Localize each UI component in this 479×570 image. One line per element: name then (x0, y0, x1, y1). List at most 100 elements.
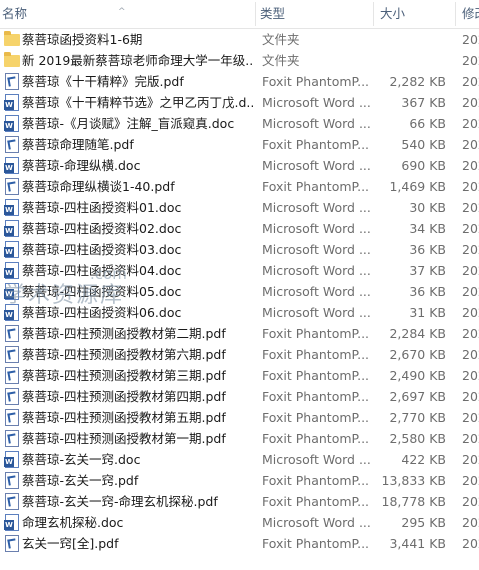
file-row[interactable]: 蔡菩琼-玄关一窍.pdf Foxit PhantomP... 13,833 KB 20… (0, 470, 479, 491)
column-header-date[interactable]: 修改 (460, 0, 479, 28)
file-date: 202 (462, 284, 479, 299)
file-size: 2,770 KB (389, 410, 446, 425)
file-row[interactable]: 命理玄机探秘.doc Microsoft Word ... 295 KB 202 (0, 512, 479, 533)
file-row[interactable]: 蔡菩琼-四柱函授资料01.doc Microsoft Word ... 30 KB 2… (0, 197, 479, 218)
file-name: 蔡菩琼-四柱预测函授教材第六期.pdf (22, 347, 226, 362)
file-date: 202 (462, 74, 479, 89)
file-row[interactable]: 蔡菩琼-四柱函授资料02.doc Microsoft Word ... 34 KB 2… (0, 218, 479, 239)
file-name: 蔡菩琼-四柱预测函授教材第二期.pdf (22, 326, 226, 341)
file-date: 202 (462, 431, 479, 446)
file-row[interactable]: 蔡菩琼-四柱预测函授教材第三期.pdf Foxit PhantomP... 2,49… (0, 365, 479, 386)
file-size: 2,284 KB (389, 326, 446, 341)
file-size: 690 KB (401, 158, 446, 173)
file-date: 202 (462, 53, 479, 68)
file-row[interactable]: 蔡菩琼-四柱函授资料03.doc Microsoft Word ... 36 KB 2… (0, 239, 479, 260)
pdf-file-icon (5, 136, 19, 153)
word-doc-icon (4, 241, 19, 258)
file-type: Foxit PhantomP... (262, 137, 370, 152)
pdf-file-icon (5, 178, 19, 195)
pdf-file-icon (5, 346, 19, 363)
file-date: 202 (462, 515, 479, 530)
file-type: Microsoft Word ... (262, 200, 371, 215)
file-size: 31 KB (409, 305, 446, 320)
file-type: Microsoft Word ... (262, 158, 371, 173)
file-date: 202 (462, 32, 479, 47)
pdf-file-icon (5, 325, 19, 342)
file-type: Foxit PhantomP... (262, 410, 370, 425)
pdf-file-icon (5, 493, 19, 510)
word-doc-icon (4, 199, 19, 216)
file-type: Microsoft Word ... (262, 452, 371, 467)
file-type: Foxit PhantomP... (262, 74, 370, 89)
file-row[interactable]: 蔡菩琼-玄关一窍-命理玄机探秘.pdf Foxit PhantomP... 18,7… (0, 491, 479, 512)
pdf-file-icon (5, 388, 19, 405)
file-name: 蔡菩琼-命理纵横.doc (22, 158, 141, 173)
file-name: 玄关一窍[全].pdf (22, 536, 119, 551)
file-row[interactable]: 蔡菩琼-玄关一窍.doc Microsoft Word ... 422 KB 202 (0, 449, 479, 470)
file-name: 蔡菩琼-四柱预测函授教材第四期.pdf (22, 389, 226, 404)
file-row[interactable]: 蔡菩琼-命理纵横.doc Microsoft Word ... 690 KB 202 (0, 155, 479, 176)
file-name: 蔡菩琼命理随笔.pdf (22, 137, 134, 152)
file-date: 202 (462, 263, 479, 278)
file-row[interactable]: 蔡菩琼-《月谈赋》注解_盲派窥真.doc Microsoft Word ... 66… (0, 113, 479, 134)
file-type: 文件夹 (262, 32, 300, 47)
file-size: 2,282 KB (389, 74, 446, 89)
file-row[interactable]: 蔡菩琼《十干精粹》完版.pdf Foxit PhantomP... 2,282 KB… (0, 71, 479, 92)
file-row[interactable]: 蔡菩琼命理随笔.pdf Foxit PhantomP... 540 KB 202 (0, 134, 479, 155)
file-type: Foxit PhantomP... (262, 389, 370, 404)
folder-icon (4, 31, 20, 46)
word-doc-icon (4, 514, 19, 531)
file-date: 202 (462, 305, 479, 320)
file-row[interactable]: 蔡菩琼-四柱预测函授教材第一期.pdf Foxit PhantomP... 2,58… (0, 428, 479, 449)
file-row[interactable]: 蔡菩琼-四柱函授资料05.doc Microsoft Word ... 36 KB 2… (0, 281, 479, 302)
file-row[interactable]: 蔡菩琼《十干精粹节选》之甲乙丙丁戊.d... Microsoft Word ...… (0, 92, 479, 113)
file-type: Microsoft Word ... (262, 284, 371, 299)
file-size: 3,441 KB (389, 536, 446, 551)
file-size: 2,697 KB (389, 389, 446, 404)
file-name: 蔡菩琼-四柱预测函授教材第三期.pdf (22, 368, 226, 383)
file-type: Foxit PhantomP... (262, 179, 370, 194)
file-row[interactable]: 新 2019最新蔡菩琼老师命理大学一年级... 文件夹 202 (0, 50, 479, 71)
file-row[interactable]: 玄关一窍[全].pdf Foxit PhantomP... 3,441 KB 202 (0, 533, 479, 554)
file-date: 202 (462, 389, 479, 404)
file-size: 1,469 KB (389, 179, 446, 194)
file-date: 202 (462, 494, 479, 509)
file-type: Foxit PhantomP... (262, 431, 370, 446)
column-header-bar: 名称 ^ 类型 大小 修改 (0, 0, 479, 29)
file-row[interactable]: 蔡菩琼-四柱函授资料04.doc Microsoft Word ... 37 KB 2… (0, 260, 479, 281)
file-type: 文件夹 (262, 53, 300, 68)
file-row[interactable]: 蔡菩琼-四柱预测函授教材第五期.pdf Foxit PhantomP... 2,77… (0, 407, 479, 428)
word-doc-icon (4, 283, 19, 300)
file-row[interactable]: 蔡菩琼-四柱函授资料06.doc Microsoft Word ... 31 KB 2… (0, 302, 479, 323)
file-name: 蔡菩琼-四柱函授资料03.doc (22, 242, 182, 257)
file-name: 蔡菩琼《十干精粹节选》之甲乙丙丁戊.d... (22, 95, 254, 110)
column-header-size[interactable]: 大小 (378, 0, 456, 28)
pdf-file-icon (5, 409, 19, 426)
file-size: 13,833 KB (381, 473, 446, 488)
file-row[interactable]: 蔡菩琼-四柱预测函授教材第六期.pdf Foxit PhantomP... 2,67… (0, 344, 479, 365)
file-row[interactable]: 蔡菩琼-四柱预测函授教材第二期.pdf Foxit PhantomP... 2,28… (0, 323, 479, 344)
file-type: Microsoft Word ... (262, 95, 371, 110)
file-name: 蔡菩琼命理纵横谈1-40.pdf (22, 179, 175, 194)
file-row[interactable]: 蔡菩琼函授资料1-6期 文件夹 202 (0, 29, 479, 50)
column-header-name-label: 名称 (2, 6, 28, 21)
word-doc-icon (4, 262, 19, 279)
column-header-name[interactable]: 名称 ^ (0, 0, 256, 28)
column-header-type[interactable]: 类型 (258, 0, 374, 28)
file-date: 202 (462, 137, 479, 152)
file-type: Microsoft Word ... (262, 263, 371, 278)
file-type: Microsoft Word ... (262, 221, 371, 236)
file-name: 蔡菩琼-玄关一窍-命理玄机探秘.pdf (22, 494, 218, 509)
pdf-file-icon (5, 535, 19, 552)
file-type: Foxit PhantomP... (262, 347, 370, 362)
file-date: 202 (462, 179, 479, 194)
file-name: 蔡菩琼-四柱预测函授教材第一期.pdf (22, 431, 226, 446)
file-name: 蔡菩琼-四柱函授资料01.doc (22, 200, 182, 215)
file-type: Foxit PhantomP... (262, 326, 370, 341)
pdf-file-icon (5, 367, 19, 384)
file-type: Foxit PhantomP... (262, 473, 370, 488)
file-row[interactable]: 蔡菩琼-四柱预测函授教材第四期.pdf Foxit PhantomP... 2,69… (0, 386, 479, 407)
file-type: Microsoft Word ... (262, 305, 371, 320)
file-row[interactable]: 蔡菩琼命理纵横谈1-40.pdf Foxit PhantomP... 1,469 K… (0, 176, 479, 197)
word-doc-icon (4, 451, 19, 468)
